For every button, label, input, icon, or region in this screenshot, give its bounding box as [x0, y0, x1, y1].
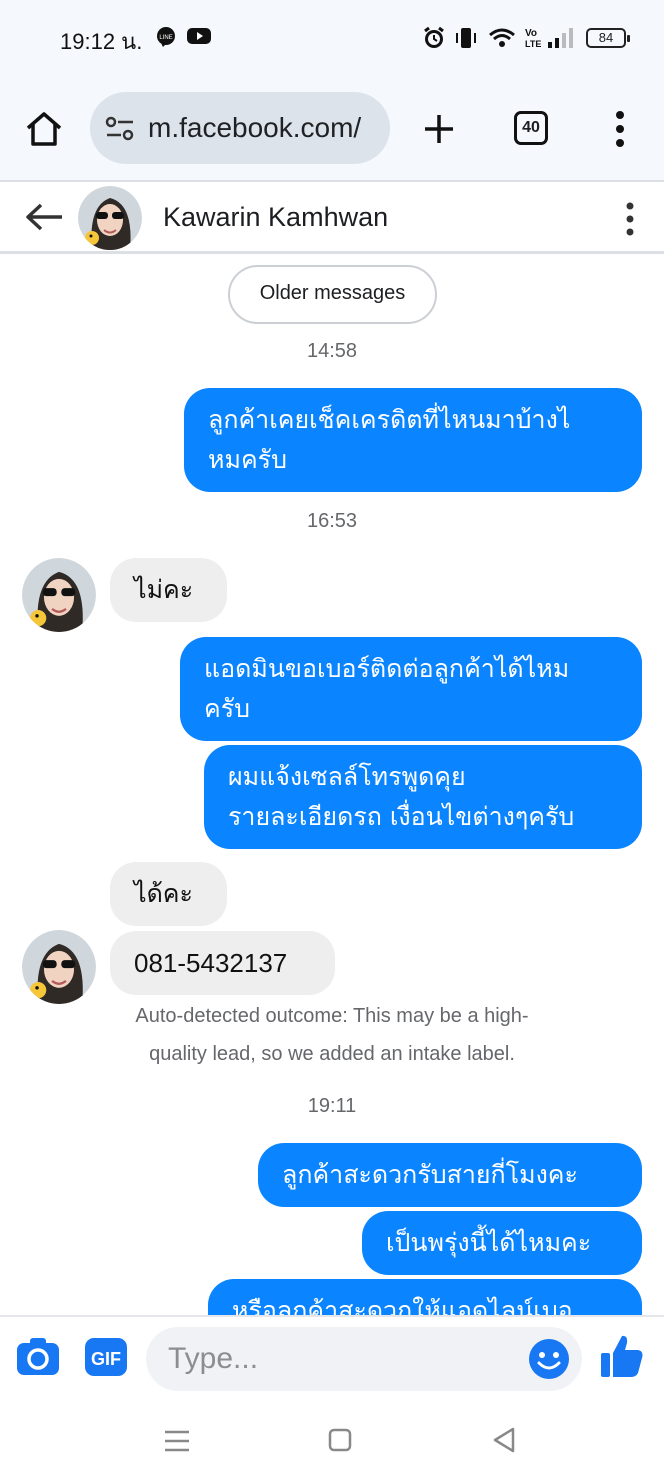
- home-icon[interactable]: [24, 110, 64, 148]
- timestamp: 14:58: [306, 340, 358, 362]
- recent-apps-icon[interactable]: [164, 1429, 190, 1453]
- message-line: แอดมินขอเบอร์ติดต่อลูกค้าได้ไหม: [204, 654, 570, 683]
- outgoing-message[interactable]: ลูกค้าสะดวกรับสายกี่โมงคะ: [258, 1143, 642, 1207]
- message-composer: GIF: [0, 1315, 664, 1403]
- address-bar[interactable]: m.facebook.com/: [90, 92, 390, 164]
- like-thumb-icon[interactable]: [600, 1333, 644, 1379]
- emoji-icon[interactable]: [528, 1338, 570, 1380]
- system-nav-bar: [0, 1403, 664, 1480]
- back-arrow-icon[interactable]: [24, 202, 64, 232]
- wifi-icon: [489, 28, 515, 47]
- status-time: 19:12 น.: [60, 29, 143, 54]
- sender-avatar[interactable]: [22, 558, 96, 632]
- back-nav-icon[interactable]: [492, 1427, 516, 1453]
- incoming-message[interactable]: 081-5432137: [110, 931, 335, 995]
- battery-indicator: 84: [586, 28, 630, 48]
- message-input[interactable]: [168, 1339, 528, 1379]
- sender-avatar[interactable]: [22, 930, 96, 1004]
- older-messages-button[interactable]: Older messages: [228, 265, 437, 324]
- chat-options-icon[interactable]: [622, 202, 638, 236]
- message-line: เป็นพรุ่งนี้ได้ไหมคะ: [386, 1228, 592, 1257]
- contact-name[interactable]: Kawarin Kamhwan: [163, 202, 388, 233]
- gif-icon[interactable]: GIF: [84, 1337, 128, 1377]
- svg-text:Vo: Vo: [525, 28, 537, 39]
- outgoing-message[interactable]: ลูกค้าเคยเช็คเครดิตที่ไหนมาบ้างไ หมครับ: [184, 388, 642, 492]
- timestamp: 16:53: [306, 510, 358, 532]
- timestamp: 19:11: [307, 1095, 357, 1117]
- svg-text:LTE: LTE: [525, 39, 541, 49]
- outgoing-message[interactable]: เป็นพรุ่งนี้ได้ไหมคะ: [362, 1211, 642, 1275]
- contact-avatar[interactable]: [78, 186, 142, 250]
- message-line: ลูกค้าเคยเช็คเครดิตที่ไหนมาบ้างไ: [208, 405, 571, 434]
- site-settings-icon[interactable]: [105, 116, 135, 142]
- tab-switcher-button[interactable]: 40: [514, 111, 548, 145]
- outgoing-message[interactable]: ผมแจ้งเซลล์โทรพูดคุย รายละเอียดรถ เงื่อน…: [204, 745, 642, 849]
- message-line: ไม่คะ: [134, 575, 194, 604]
- auto-detected-note: Auto-detected outcome: This may be a hig…: [100, 997, 564, 1073]
- browser-menu-icon[interactable]: [610, 110, 630, 148]
- message-line: ลูกค้าสะดวกรับสายกี่โมงคะ: [282, 1160, 578, 1189]
- home-nav-icon[interactable]: [328, 1428, 352, 1452]
- vibrate-icon: [456, 28, 476, 48]
- message-line: รายละเอียดรถ เงื่อนไขต่างๆครับ: [228, 802, 575, 831]
- browser-toolbar: m.facebook.com/ 40: [0, 78, 664, 180]
- chat-header: Kawarin Kamhwan: [0, 180, 664, 254]
- message-input-box[interactable]: [146, 1327, 582, 1391]
- status-bar: 19:12 น. LINE Vo LTE 84: [0, 0, 664, 78]
- signal-icon: [548, 28, 573, 48]
- line-app-icon: LINE: [157, 27, 175, 47]
- youtube-icon: [187, 28, 211, 44]
- incoming-message[interactable]: ไม่คะ: [110, 558, 227, 622]
- screen: 19:12 น. LINE Vo LTE 84 m.facebook.com/ …: [0, 0, 664, 1480]
- message-line: หมครับ: [208, 445, 287, 474]
- new-tab-icon[interactable]: [422, 112, 456, 146]
- url-text[interactable]: m.facebook.com/: [148, 112, 361, 144]
- note-line: quality lead, so we added an intake labe…: [149, 1043, 515, 1065]
- volte-icon: Vo LTE: [525, 28, 541, 49]
- camera-icon[interactable]: [16, 1337, 60, 1377]
- message-line: ได้คะ: [134, 879, 193, 908]
- message-line: ผมแจ้งเซลล์โทรพูดคุย: [228, 762, 466, 791]
- svg-text:LINE: LINE: [159, 35, 172, 41]
- outgoing-message[interactable]: แอดมินขอเบอร์ติดต่อลูกค้าได้ไหม ครับ: [180, 637, 642, 741]
- message-line: ครับ: [204, 694, 251, 723]
- incoming-message[interactable]: ได้คะ: [110, 862, 227, 926]
- alarm-icon: [424, 26, 444, 48]
- message-line: 081-5432137: [134, 948, 288, 978]
- note-line: Auto-detected outcome: This may be a hig…: [135, 1005, 529, 1027]
- svg-text:GIF: GIF: [91, 1349, 121, 1369]
